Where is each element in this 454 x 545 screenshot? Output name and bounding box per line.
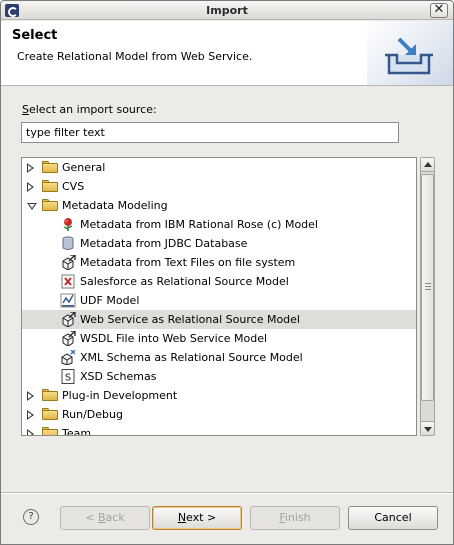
- tree-item[interactable]: Metadata from IBM Rational Rose (c) Mode…: [22, 215, 416, 234]
- tree-item[interactable]: Metadata from JDBC Database: [22, 234, 416, 253]
- database-icon: [60, 236, 76, 251]
- folder-icon: [42, 389, 58, 401]
- collapse-toggle-icon[interactable]: [27, 203, 37, 210]
- tree-item[interactable]: WSDL File into Web Service Model: [22, 329, 416, 348]
- folder-icon: [42, 427, 58, 435]
- import-wizard-icon: [385, 37, 433, 75]
- page-title: Select: [12, 28, 58, 43]
- tree-item-label: CVS: [62, 180, 85, 193]
- filter-input[interactable]: [21, 122, 399, 143]
- tree-item[interactable]: Metadata Modeling: [22, 196, 416, 215]
- scroll-down-button[interactable]: [421, 421, 434, 435]
- grip-icon: [425, 283, 431, 290]
- xsd-icon: S: [60, 369, 76, 384]
- import-source-tree[interactable]: General CVS Metadata Modeling Metadata from…: [21, 157, 417, 436]
- salesforce-icon: [60, 274, 76, 289]
- xml-cube-icon: [60, 349, 76, 366]
- svg-text:S: S: [65, 373, 71, 384]
- tree-item[interactable]: General: [22, 158, 416, 177]
- help-button[interactable]: ?: [23, 509, 39, 525]
- import-dialog: Import ✕ Select Create Relational Model …: [0, 0, 454, 545]
- tree-item-label: UDF Model: [80, 294, 140, 307]
- cube-arrow-icon: [60, 311, 76, 328]
- cube-arrow-icon: [60, 254, 76, 271]
- expand-toggle-icon[interactable]: [27, 391, 34, 401]
- tree-item[interactable]: Team: [22, 424, 416, 436]
- tree-item[interactable]: Salesforce as Relational Source Model: [22, 272, 416, 291]
- folder-icon: [42, 180, 58, 192]
- tree-item[interactable]: XML Schema as Relational Source Model: [22, 348, 416, 367]
- tree-item-label: WSDL File into Web Service Model: [80, 332, 268, 345]
- close-button[interactable]: ✕: [430, 3, 448, 18]
- tree-item-label: XSD Schemas: [80, 370, 157, 383]
- page-description: Create Relational Model from Web Service…: [17, 50, 253, 63]
- tree-item-label: Team: [62, 427, 92, 436]
- scroll-thumb[interactable]: [421, 174, 434, 401]
- tree-item[interactable]: CVS: [22, 177, 416, 196]
- wizard-header: Select Create Relational Model from Web …: [1, 21, 453, 86]
- cancel-button[interactable]: Cancel: [348, 506, 438, 530]
- back-button[interactable]: < Back: [60, 506, 150, 530]
- tree-item-label: Metadata from JDBC Database: [80, 237, 248, 250]
- rose-icon: [60, 217, 76, 232]
- scroll-up-button[interactable]: [421, 158, 434, 172]
- expand-toggle-icon[interactable]: [27, 182, 34, 192]
- tree-item-label: XML Schema as Relational Source Model: [80, 351, 303, 364]
- tree-item-label: Salesforce as Relational Source Model: [80, 275, 289, 288]
- tree-item-label: General: [62, 161, 106, 174]
- window-title: Import: [206, 4, 248, 17]
- tree-item-label: Metadata Modeling: [62, 199, 168, 212]
- expand-toggle-icon[interactable]: [27, 429, 34, 435]
- tree-item-label: Metadata from IBM Rational Rose (c) Mode…: [80, 218, 318, 231]
- tree-item[interactable]: Plug-in Development: [22, 386, 416, 405]
- finish-button[interactable]: Finish: [250, 506, 340, 530]
- tree-item[interactable]: Run/Debug: [22, 405, 416, 424]
- expand-toggle-icon[interactable]: [27, 410, 34, 420]
- close-icon: ✕: [433, 2, 445, 17]
- footer-divider: [1, 492, 453, 494]
- tree-item[interactable]: UDF Model: [22, 291, 416, 310]
- tree-item[interactable]: Web Service as Relational Source Model: [22, 310, 416, 329]
- import-source-label: Select an import source:: [22, 103, 157, 116]
- tree-scrollbar[interactable]: [420, 157, 435, 436]
- folder-icon: [42, 408, 58, 420]
- tree-item[interactable]: S XSD Schemas: [22, 367, 416, 386]
- next-button[interactable]: Next >: [152, 506, 242, 530]
- udf-icon: [60, 293, 76, 308]
- cube-arrow-icon: [60, 330, 76, 347]
- folder-icon: [42, 199, 58, 211]
- tree-item-label: Web Service as Relational Source Model: [80, 313, 300, 326]
- tree-item-label: Plug-in Development: [62, 389, 178, 402]
- tree-item-label: Metadata from Text Files on file system: [80, 256, 296, 269]
- arrow-up-icon: [424, 162, 432, 167]
- folder-icon: [42, 161, 58, 173]
- help-icon: ?: [28, 511, 34, 522]
- title-bar[interactable]: Import ✕: [1, 1, 453, 20]
- tree-item[interactable]: Metadata from Text Files on file system: [22, 253, 416, 272]
- expand-toggle-icon[interactable]: [27, 163, 34, 173]
- arrow-down-icon: [424, 427, 432, 432]
- header-banner: [367, 21, 453, 85]
- tree-item-label: Run/Debug: [62, 408, 123, 421]
